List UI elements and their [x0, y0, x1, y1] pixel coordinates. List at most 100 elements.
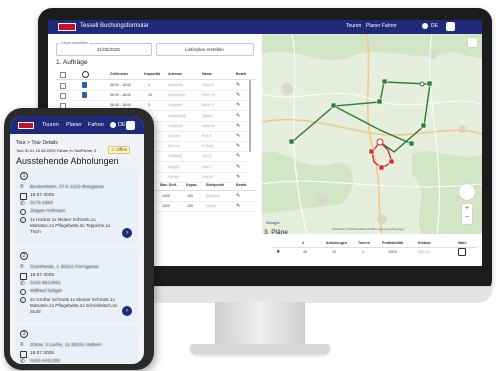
- order-row[interactable]: 08:00 - 18:00 10 Bahnhofstr. Peter M. ✎: [56, 91, 248, 102]
- phone-icon: ✆: [20, 201, 26, 207]
- order-capacity: 10: [148, 93, 152, 98]
- order-address: Gartenweg: [168, 113, 186, 118]
- plans-section-title: 3. Pläne: [264, 229, 288, 236]
- edit-pencil-icon[interactable]: ✎: [236, 143, 240, 149]
- driver-capacity: 100: [187, 204, 193, 208]
- orders-scrollbar[interactable]: [249, 80, 251, 152]
- edit-pencil-icon[interactable]: ✎: [236, 123, 240, 129]
- route-map[interactable]: + − Google Kartendaten ©2025 GeoBasis-DE…: [262, 34, 482, 234]
- fullscreen-icon[interactable]: [468, 38, 477, 47]
- breadcrumb[interactable]: Tour > Tour Details: [16, 140, 58, 146]
- edit-pencil-icon[interactable]: ✎: [236, 92, 240, 98]
- phone-language-label[interactable]: DE: [118, 122, 126, 128]
- pickup-items: 1x Hocker,1x kleiner Schrank,1x Matratze…: [30, 217, 111, 234]
- info-icon: i: [20, 297, 26, 303]
- order-address: Musterstr.: [168, 83, 184, 87]
- pickup-card[interactable]: 3 ⌾ Zülow, 3 Luche, 11 68231 Haltern 16.07.…: [16, 326, 138, 364]
- globe-icon[interactable]: [422, 23, 428, 29]
- phone-user-avatar[interactable]: [126, 121, 135, 130]
- order-name: Anna S.: [202, 103, 215, 108]
- status-badge-label: Offen: [116, 147, 128, 152]
- edit-pencil-icon[interactable]: ✎: [236, 82, 240, 88]
- pickup-contact: Wilfried Seliger: [30, 289, 63, 294]
- driver-startpoint: Bahnhof: [206, 194, 220, 198]
- generate-plan-button[interactable]: Lieferplan erstellen: [156, 43, 254, 56]
- phone-brand-logo[interactable]: [18, 122, 34, 129]
- edit-pencil-icon[interactable]: ✎: [236, 133, 240, 139]
- order-timewindow: 08:00 - 18:00: [110, 103, 132, 108]
- phone-nav-planer[interactable]: Planer: [66, 122, 82, 128]
- plans-section: 3. Pläne # Abholungen Touren Profitabili…: [262, 229, 482, 266]
- edit-pencil-icon[interactable]: ✎: [236, 164, 240, 170]
- order-address: Feldweg: [168, 154, 182, 159]
- brand-logo[interactable]: [58, 23, 76, 31]
- nav-fahrer[interactable]: Fahrer: [382, 23, 397, 29]
- order-checkbox[interactable]: [60, 93, 66, 100]
- phone-nav-touren[interactable]: Touren: [42, 122, 59, 128]
- location-pin-icon: ⌾: [20, 264, 24, 270]
- date-field-value: 21/06/2025: [97, 47, 120, 52]
- person-icon: [20, 209, 26, 215]
- map-attribution[interactable]: Kartendaten ©2025 GeoBasis-DE/BKG Nutzun…: [332, 228, 404, 231]
- plan-profitability: 100%: [388, 250, 398, 254]
- info-icon: i: [20, 217, 26, 223]
- location-pin-icon: ⌾: [20, 342, 24, 348]
- map-canvas[interactable]: [262, 34, 482, 234]
- order-row[interactable]: 08:00 - 18:00 1 Musterstr. Hans K. ✎: [56, 81, 248, 91]
- plans-table-header: # Abholungen Touren Profitabilität Dista…: [272, 241, 477, 248]
- open-pickup-button[interactable]: ›: [122, 228, 132, 238]
- col-driver-capacity: Kapaz.: [186, 183, 198, 187]
- map-pan-control[interactable]: [459, 184, 475, 200]
- edit-pencil-icon[interactable]: ✎: [236, 153, 240, 159]
- calendar-icon: [20, 273, 27, 280]
- language-label[interactable]: DE: [431, 23, 438, 29]
- open-pickup-button[interactable]: ›: [122, 306, 132, 316]
- pickup-card[interactable]: 1 ⌾ Beckenheim, 07.8 1223 Ifrengasse 16.07.…: [16, 168, 138, 244]
- plan-pickups: 10: [332, 250, 336, 254]
- star-icon[interactable]: ★: [276, 249, 280, 255]
- monitor-stand-base: [190, 344, 330, 354]
- pickup-address: Grantheide, 1 30221 Fierngasse: [30, 265, 99, 270]
- col-startpoint: Startpunkt: [206, 183, 224, 187]
- tour-info: Tour ID #1 16.08.2025 Fahrer in TaxiFahr…: [16, 148, 96, 153]
- document-icon[interactable]: [82, 92, 87, 99]
- plan-tours: 2: [362, 250, 364, 254]
- pickup-date: 16.07.2025: [30, 193, 55, 198]
- order-checkbox[interactable]: [60, 83, 66, 89]
- nav-planer[interactable]: Planer: [366, 23, 380, 29]
- date-field[interactable]: Datum auswählen 21/06/2025: [56, 41, 152, 56]
- phone-globe-icon[interactable]: [110, 122, 116, 128]
- edit-pencil-icon[interactable]: ✎: [236, 203, 240, 209]
- select-all-checkbox[interactable]: [60, 72, 66, 78]
- edit-pencil-icon[interactable]: ✎: [236, 113, 240, 119]
- order-address: Hauptstr.: [168, 103, 183, 108]
- driver-max-distance: 1000: [162, 194, 170, 198]
- user-avatar[interactable]: [446, 22, 455, 31]
- calendar-icon: [20, 193, 27, 200]
- plan-distance: 288 km: [418, 250, 430, 254]
- document-icon[interactable]: [82, 82, 87, 88]
- zoom-control[interactable]: + −: [462, 204, 472, 224]
- edit-pencil-icon[interactable]: ✎: [236, 174, 240, 180]
- pickup-items: 2x Großer Schrank,1x Kleiner Schrank,1x …: [30, 297, 118, 314]
- nav-touren[interactable]: Touren: [346, 23, 361, 29]
- pickup-date: 16.07.2025: [30, 351, 55, 356]
- order-name: Hans K.: [202, 83, 215, 87]
- orders-table-header: Zeitfenster Kapazität Adresse Name Bearb…: [56, 71, 256, 80]
- pickup-phone[interactable]: 0163 8812981: [30, 281, 61, 286]
- edit-pencil-icon[interactable]: ✎: [236, 193, 240, 199]
- order-name: Jan O.: [202, 154, 213, 159]
- pickup-phone[interactable]: 0163 4411281: [30, 359, 60, 364]
- plan-row[interactable]: ★ 46 10 2 100% 288 km: [272, 248, 477, 257]
- plan-number: 46: [303, 250, 307, 254]
- col-timewindow: Zeitfenster: [110, 72, 129, 76]
- choose-plan-button[interactable]: [458, 248, 466, 256]
- pickup-date: 16.07.2025: [30, 273, 55, 278]
- edit-pencil-icon[interactable]: ✎: [236, 102, 240, 108]
- pickup-phone[interactable]: 0179 1983: [30, 201, 53, 206]
- order-capacity: 3: [148, 103, 150, 108]
- phone-nav-fahrer[interactable]: Fahrer: [88, 122, 104, 128]
- driver-startpoint: Depot: [206, 204, 216, 208]
- pickup-card[interactable]: 2 ⌾ Grantheide, 1 30221 Fierngasse 16.07.20…: [16, 248, 138, 322]
- google-logo: Google: [266, 220, 280, 225]
